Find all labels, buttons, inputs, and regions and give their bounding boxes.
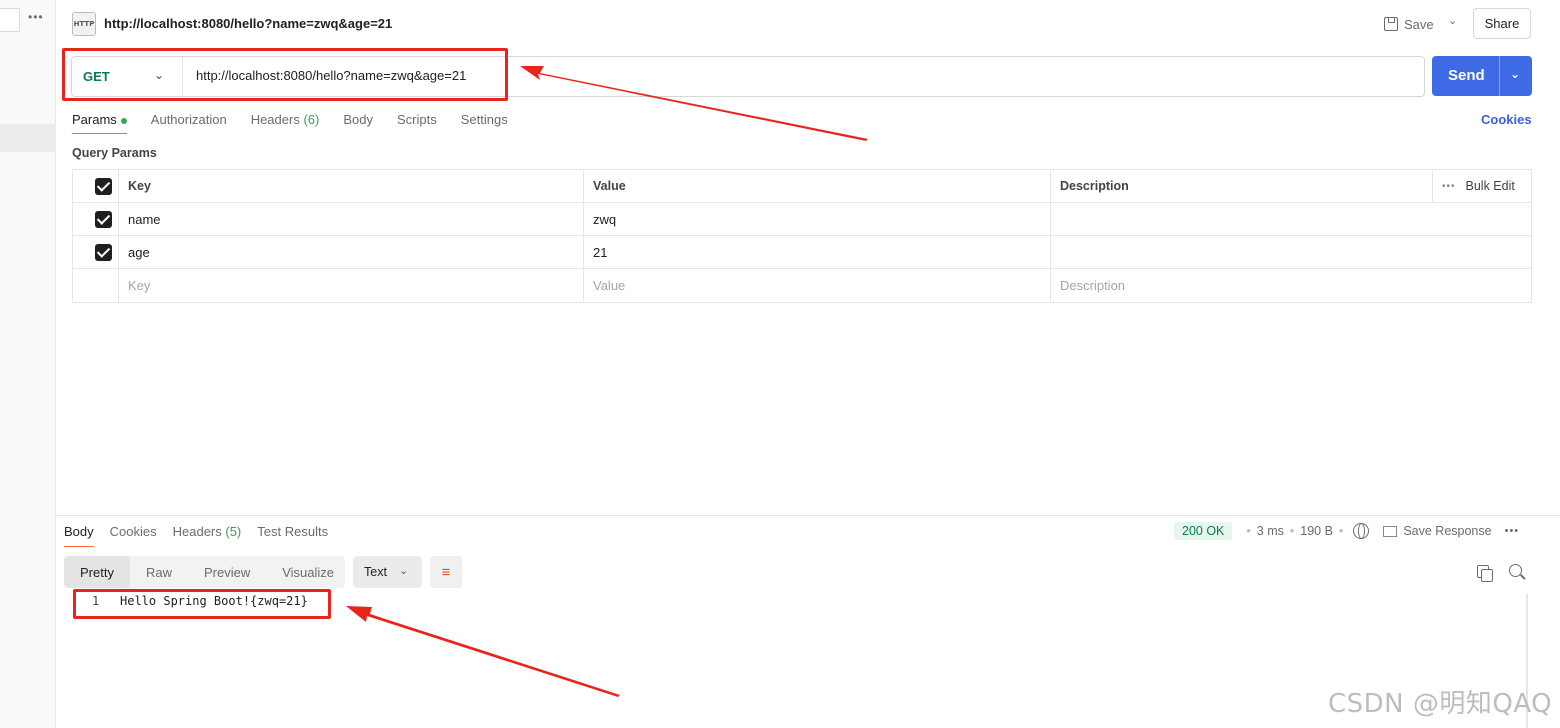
tab-authorization[interactable]: Authorization bbox=[151, 112, 227, 134]
column-header-description: Description bbox=[1051, 170, 1433, 202]
save-response-icon bbox=[1383, 525, 1398, 537]
sidebar: ••• bbox=[0, 0, 56, 728]
share-button[interactable]: Share bbox=[1473, 8, 1531, 39]
separator: • bbox=[1246, 524, 1251, 538]
param-value-cell[interactable]: 21 bbox=[584, 236, 1051, 268]
copy-icon[interactable] bbox=[1477, 565, 1493, 582]
view-tab-pretty[interactable]: Pretty bbox=[64, 556, 130, 588]
view-tab-visualize[interactable]: Visualize bbox=[266, 556, 350, 588]
view-tab-preview[interactable]: Preview bbox=[188, 556, 266, 588]
param-description-cell[interactable] bbox=[1051, 236, 1531, 268]
more-options-icon[interactable]: ••• bbox=[1442, 181, 1456, 192]
new-key-input[interactable]: Key bbox=[119, 269, 584, 302]
response-divider[interactable] bbox=[56, 515, 1560, 516]
headers-count: (6) bbox=[303, 112, 320, 127]
tab-settings[interactable]: Settings bbox=[461, 112, 508, 134]
select-all-checkbox[interactable] bbox=[73, 170, 119, 202]
request-title[interactable]: http://localhost:8080/hello?name=zwq&age… bbox=[104, 16, 392, 31]
request-tabs: Params Authorization Headers (6) Body Sc… bbox=[72, 112, 532, 134]
view-tab-raw[interactable]: Raw bbox=[130, 556, 188, 588]
new-description-input[interactable]: Description bbox=[1051, 269, 1531, 302]
sidebar-search-box[interactable] bbox=[0, 8, 20, 32]
status-badge[interactable]: 200 OK bbox=[1174, 522, 1233, 540]
new-value-input[interactable]: Value bbox=[584, 269, 1051, 302]
chevron-down-icon[interactable]: ⌄ bbox=[1448, 14, 1457, 27]
param-value-cell[interactable]: zwq bbox=[584, 203, 1051, 235]
row-checkbox[interactable] bbox=[73, 203, 119, 235]
request-header: HTTP http://localhost:8080/hello?name=zw… bbox=[56, 0, 1560, 48]
response-time[interactable]: 3 ms bbox=[1257, 524, 1284, 538]
separator: • bbox=[1289, 524, 1295, 538]
save-button[interactable]: Save bbox=[1384, 12, 1434, 36]
chevron-down-icon[interactable]: ⌄ bbox=[1510, 67, 1520, 81]
response-body-line: 1 Hello Spring Boot!{zwq=21} bbox=[92, 594, 308, 608]
wrap-lines-button[interactable]: ≡ bbox=[430, 556, 462, 588]
tab-params[interactable]: Params bbox=[72, 112, 127, 134]
tab-body[interactable]: Body bbox=[343, 112, 373, 134]
save-icon bbox=[1384, 17, 1398, 31]
params-active-dot bbox=[120, 117, 127, 124]
query-params-title: Query Params bbox=[72, 146, 157, 160]
save-label: Save bbox=[1404, 16, 1434, 32]
param-description-cell[interactable] bbox=[1051, 203, 1531, 235]
format-label: Text bbox=[364, 565, 387, 579]
row-checkbox-empty bbox=[73, 269, 119, 302]
column-header-key: Key bbox=[119, 170, 584, 202]
save-response-button[interactable]: Save Response bbox=[1403, 524, 1491, 538]
response-tab-test-results[interactable]: Test Results bbox=[257, 524, 328, 547]
format-select[interactable]: Text ⌄ bbox=[353, 556, 422, 588]
watermark: CSDN @明知QAQ bbox=[1328, 689, 1553, 719]
response-tab-cookies[interactable]: Cookies bbox=[110, 524, 157, 547]
response-meta: 200 OK • 3 ms • 190 B • Save Response ••… bbox=[1174, 522, 1519, 540]
annotation-box-url bbox=[62, 48, 508, 101]
separator: • bbox=[1338, 524, 1344, 538]
chevron-down-icon: ⌄ bbox=[399, 565, 409, 577]
param-key-cell[interactable]: name bbox=[119, 203, 584, 235]
more-options-icon[interactable]: ••• bbox=[1505, 525, 1520, 537]
query-params-table: Key Value Description ••• Bulk Edit name … bbox=[72, 169, 1532, 303]
table-row: name zwq bbox=[73, 203, 1531, 236]
response-body-text[interactable]: Hello Spring Boot!{zwq=21} bbox=[120, 594, 308, 608]
http-request-icon: HTTP bbox=[72, 12, 96, 36]
response-size[interactable]: 190 B bbox=[1300, 524, 1333, 538]
bulk-edit-button[interactable]: ••• Bulk Edit bbox=[1433, 170, 1531, 202]
tab-headers[interactable]: Headers (6) bbox=[251, 112, 320, 134]
send-divider bbox=[1499, 56, 1500, 96]
tab-scripts[interactable]: Scripts bbox=[397, 112, 437, 134]
globe-icon[interactable] bbox=[1353, 523, 1370, 539]
response-tabs: Body Cookies Headers (5) Test Results bbox=[64, 524, 344, 547]
row-checkbox[interactable] bbox=[73, 236, 119, 268]
param-key-cell[interactable]: age bbox=[119, 236, 584, 268]
response-tab-body[interactable]: Body bbox=[64, 524, 94, 547]
send-label: Send bbox=[1448, 67, 1485, 84]
sidebar-selected-item[interactable] bbox=[0, 124, 56, 152]
table-row-new: Key Value Description bbox=[73, 269, 1531, 302]
table-header-row: Key Value Description ••• Bulk Edit bbox=[73, 170, 1531, 203]
cookies-link[interactable]: Cookies bbox=[1481, 112, 1532, 127]
view-mode-tabs: Pretty Raw Preview Visualize bbox=[64, 556, 345, 588]
column-header-value: Value bbox=[584, 170, 1051, 202]
table-row: age 21 bbox=[73, 236, 1531, 269]
response-tab-headers[interactable]: Headers (5) bbox=[173, 524, 242, 547]
response-headers-count: (5) bbox=[225, 524, 242, 539]
more-options-icon[interactable]: ••• bbox=[28, 10, 44, 24]
search-icon[interactable] bbox=[1509, 564, 1522, 577]
annotation-arrow-response bbox=[346, 606, 620, 697]
send-button[interactable]: Send ⌄ bbox=[1432, 56, 1532, 96]
line-number: 1 bbox=[92, 594, 100, 608]
wrap-lines-icon: ≡ bbox=[441, 563, 451, 581]
